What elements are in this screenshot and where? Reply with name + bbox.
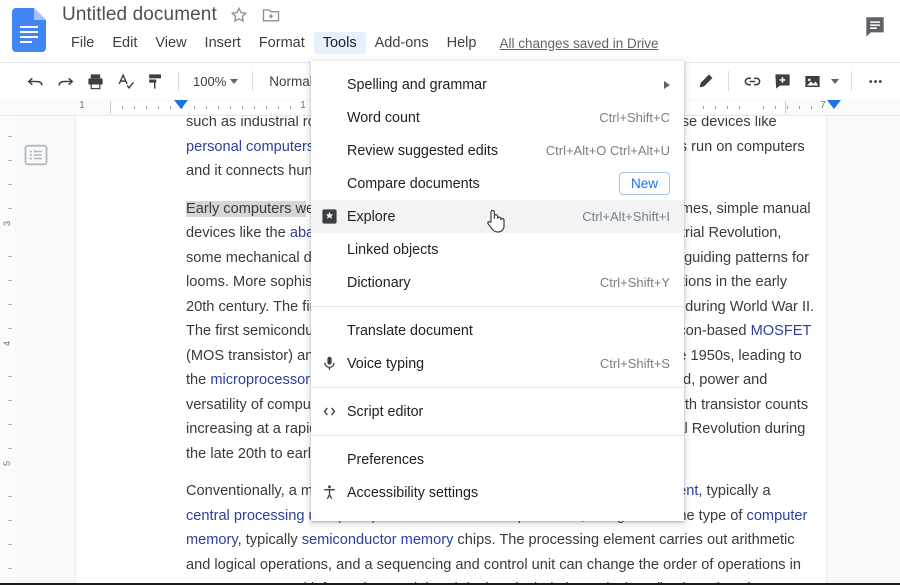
spelling-check-icon[interactable] [110, 67, 140, 95]
doc-highlighted-text: Early computers w [186, 200, 307, 217]
microphone-icon [311, 355, 347, 372]
right-indent-marker[interactable] [827, 100, 841, 109]
new-badge: New [618, 172, 670, 195]
menu-item-label: Spelling and grammar [347, 76, 487, 93]
menu-item-word-count[interactable]: Word count Ctrl+Shift+C [311, 101, 684, 134]
v-ruler-number-3: 3 [2, 220, 12, 226]
menu-item-label: Compare documents [347, 175, 480, 192]
menu-file[interactable]: File [62, 32, 103, 54]
menu-item-shortcut: Ctrl+Shift+Y [599, 275, 670, 290]
more-options-icon[interactable] [860, 67, 890, 95]
doc-text-run: . Peripheral devices include input devic… [383, 581, 770, 583]
zoom-selector[interactable]: 100% [187, 71, 244, 92]
doc-link[interactable]: information [311, 581, 383, 583]
google-docs-window: Untitled document File Edit View Insert … [0, 0, 900, 585]
menu-item-accessibility-settings[interactable]: Accessibility settings [311, 476, 684, 509]
accessibility-icon [311, 484, 347, 501]
menu-item-label: Accessibility settings [347, 484, 479, 501]
menu-item-shortcut: Ctrl+Alt+O Ctrl+Alt+U [545, 143, 670, 158]
menu-item-script-editor[interactable]: Script editor [311, 395, 684, 428]
document-outline-icon[interactable] [22, 141, 50, 169]
doc-link[interactable]: microprocessor [210, 372, 310, 388]
menu-item-label: Linked objects [347, 241, 439, 258]
menu-separator [311, 387, 684, 388]
menu-item-voice-typing[interactable]: Voice typing Ctrl+Shift+S [311, 347, 684, 380]
v-ruler-number-5: 5 [2, 460, 12, 466]
print-icon[interactable] [80, 67, 110, 95]
menu-item-explore[interactable]: Explore Ctrl+Alt+Shift+I [311, 200, 684, 233]
menu-item-linked-objects[interactable]: Linked objects [311, 233, 684, 266]
vertical-ruler[interactable]: 3 4 5 [0, 116, 14, 583]
menu-item-label: Preferences [347, 451, 425, 468]
top-bar: Untitled document File Edit View Insert … [0, 0, 900, 62]
menu-bar: File Edit View Insert Format Tools Add-o… [62, 32, 659, 54]
ruler-number-1: 1 [79, 100, 85, 111]
doc-link[interactable]: MOSFET [751, 323, 812, 339]
menu-item-label: Dictionary [347, 274, 411, 291]
ruler-number-2: 1 [300, 100, 306, 111]
menu-item-preferences[interactable]: Preferences [311, 443, 684, 476]
menu-item-label: Script editor [347, 403, 424, 420]
doc-link[interactable]: semiconductor memory [302, 532, 454, 548]
menu-item-compare-documents[interactable]: Compare documents New [311, 167, 684, 200]
menu-item-label: Word count [347, 109, 420, 126]
star-icon[interactable] [229, 5, 249, 25]
menu-item-label: Translate document [347, 322, 473, 339]
doc-text-run: , typically [237, 532, 302, 548]
zoom-value: 100% [193, 73, 227, 89]
menu-item-label: Review suggested edits [347, 142, 498, 159]
ruler-number-4: 7 [820, 100, 826, 111]
code-brackets-icon [311, 403, 347, 420]
highlight-pen-icon[interactable] [690, 67, 720, 95]
menu-item-dictionary[interactable]: Dictionary Ctrl+Shift+Y [311, 266, 684, 299]
menu-edit[interactable]: Edit [103, 32, 146, 54]
document-title[interactable]: Untitled document [62, 4, 217, 26]
toolbar-divider-4 [851, 71, 852, 91]
comment-history-icon[interactable] [862, 14, 888, 40]
v-ruler-number-4: 4 [2, 340, 12, 346]
menu-separator [311, 306, 684, 307]
chevron-down-icon [230, 78, 239, 84]
insert-link-icon[interactable] [737, 67, 767, 95]
toolbar-divider [178, 71, 179, 91]
toolbar-divider-3 [728, 71, 729, 91]
menu-separator [311, 435, 684, 436]
menu-insert[interactable]: Insert [196, 32, 250, 54]
menu-format[interactable]: Format [250, 32, 314, 54]
add-comment-icon[interactable] [767, 67, 797, 95]
menu-item-label: Explore [347, 208, 396, 225]
move-to-folder-icon[interactable] [261, 5, 281, 25]
left-indent-marker[interactable] [174, 100, 188, 109]
save-status[interactable]: All changes saved in Drive [499, 36, 658, 51]
menu-item-shortcut: Ctrl+Shift+C [599, 110, 670, 125]
doc-text-run: , typically a [698, 483, 771, 499]
menu-item-shortcut: Ctrl+Shift+S [599, 356, 670, 371]
google-docs-logo-icon [12, 8, 46, 52]
menu-item-spelling-and-grammar[interactable]: Spelling and grammar [311, 68, 684, 101]
menu-help[interactable]: Help [438, 32, 486, 54]
toolbar-right-group [690, 67, 890, 95]
image-options-chevron-icon[interactable] [827, 67, 843, 95]
menu-item-translate-document[interactable]: Translate document [311, 314, 684, 347]
redo-icon[interactable] [50, 67, 80, 95]
menu-item-label: Voice typing [347, 355, 425, 372]
doc-link[interactable]: personal computers [186, 139, 314, 155]
menu-tools[interactable]: Tools [313, 32, 366, 54]
menu-item-shortcut: Ctrl+Alt+Shift+I [582, 209, 670, 224]
insert-image-icon[interactable] [797, 67, 827, 95]
menu-view[interactable]: View [146, 32, 195, 54]
submenu-arrow-icon [664, 80, 670, 89]
undo-icon[interactable] [20, 67, 50, 95]
explore-icon [311, 208, 347, 225]
paint-format-icon[interactable] [140, 67, 170, 95]
tools-dropdown-menu[interactable]: Spelling and grammar Word count Ctrl+Shift… [311, 61, 684, 521]
title-row: Untitled document [62, 4, 281, 26]
toolbar-divider-2 [252, 71, 254, 91]
menu-item-review-suggested-edits[interactable]: Review suggested edits Ctrl+Alt+O Ctrl+Al… [311, 134, 684, 167]
menu-add-ons[interactable]: Add-ons [366, 32, 438, 54]
doc-text-run: (MOS transistor) and [186, 347, 326, 364]
